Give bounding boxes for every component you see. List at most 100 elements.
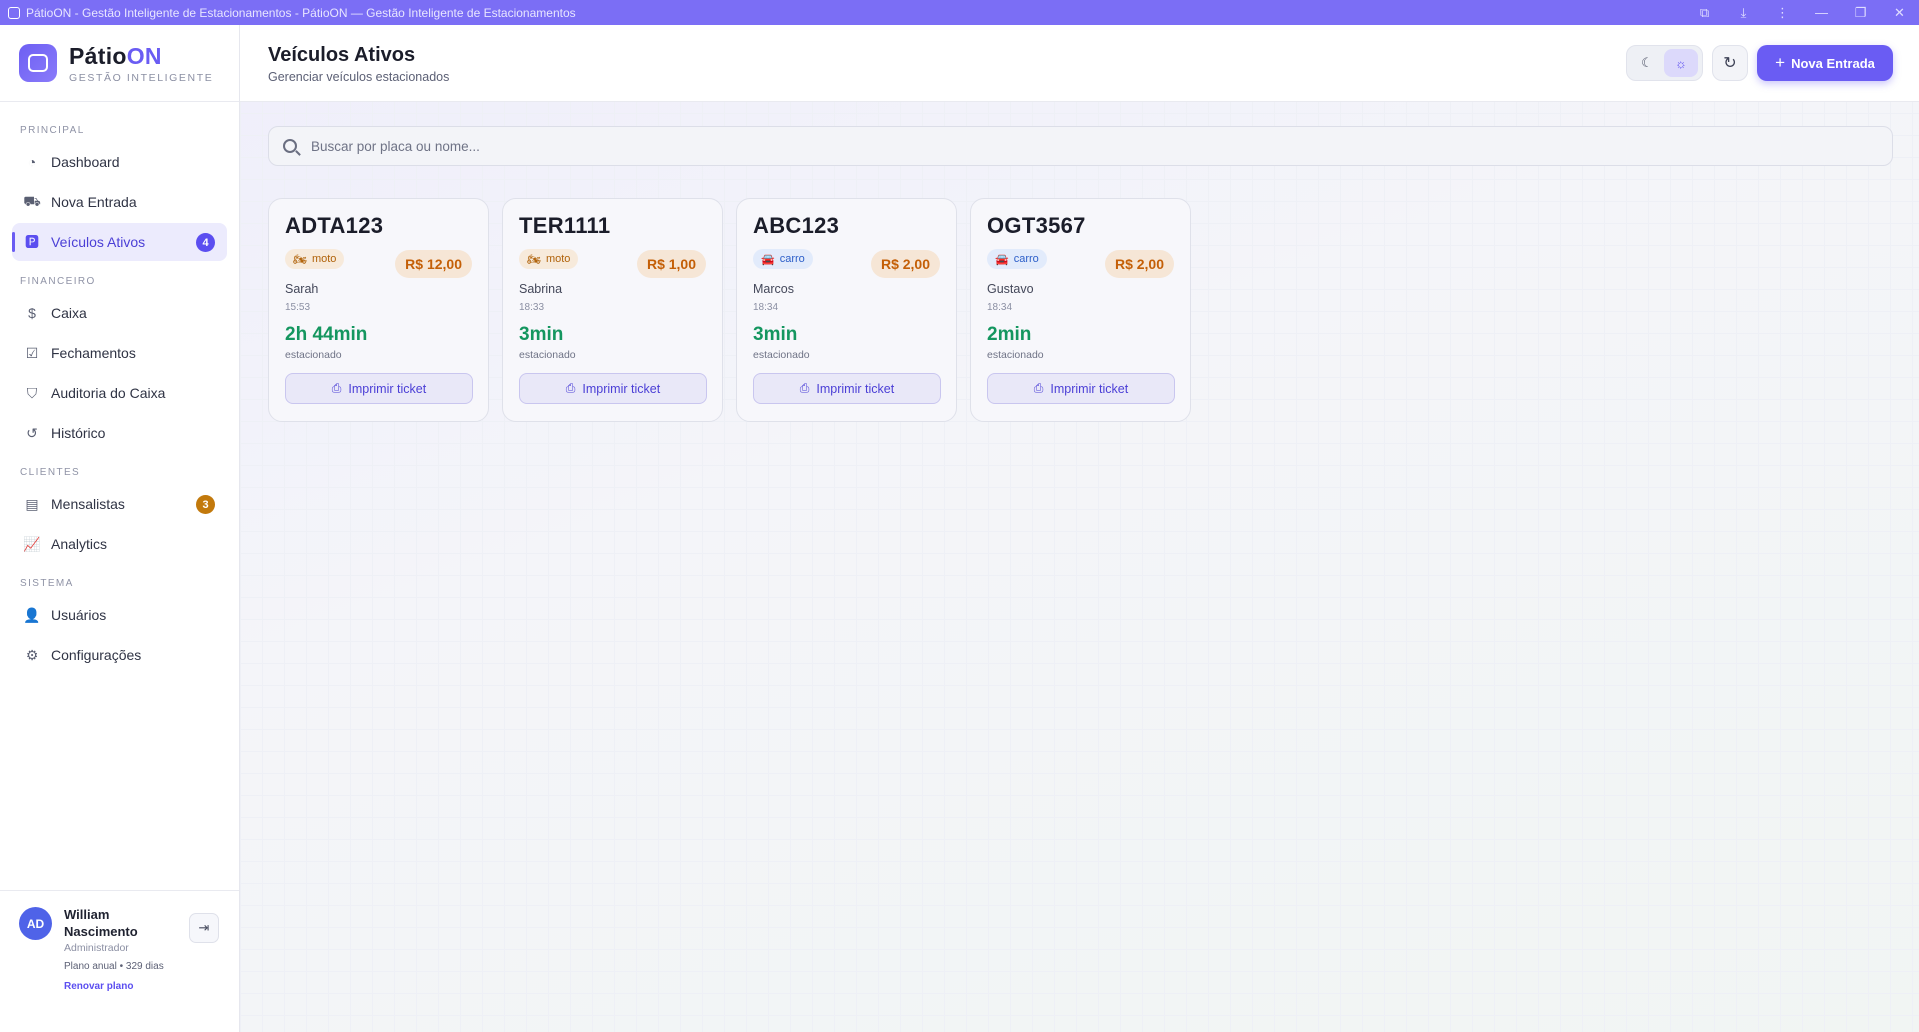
print-ticket-button[interactable]: ⎙ Imprimir ticket — [285, 373, 473, 404]
user-cog-icon: 👤 — [23, 606, 41, 623]
parking-icon: 🅿 — [25, 234, 39, 250]
print-ticket-button[interactable]: ⎙ Imprimir ticket — [519, 373, 707, 404]
vehicle-entry-time: 18:34 — [753, 302, 779, 313]
sidebar-item-analytics[interactable]: 📈 Analytics — [12, 525, 227, 563]
nav-section-principal: PRINCIPAL — [20, 125, 85, 136]
search-bar — [268, 126, 1893, 166]
sidebar-item-usuarios[interactable]: 👤 Usuários — [12, 596, 227, 634]
vehicle-price: R$ 2,00 — [870, 250, 940, 278]
sidebar-item-label: Veículos Ativos — [51, 234, 146, 250]
vehicle-entry-time: 18:34 — [987, 302, 1013, 313]
sidebar-item-configuracoes[interactable]: ⚙ Configurações — [12, 636, 227, 674]
sidebar-item-dashboard[interactable]: ◔ Dashboard — [12, 143, 227, 181]
light-mode-button[interactable]: ☼ — [1664, 49, 1698, 77]
sidebar-item-label: Caixa — [51, 305, 87, 321]
vehicle-duration: 2min — [987, 324, 1032, 345]
download-icon[interactable]: ⤓ — [1724, 0, 1763, 25]
close-button[interactable]: ✕ — [1880, 0, 1919, 25]
minimize-button[interactable]: — — [1802, 0, 1841, 25]
pie-chart-icon: ◔ — [27, 154, 37, 170]
sidebar-item-label: Fechamentos — [51, 345, 136, 361]
motorcycle-icon: 🏍 — [293, 253, 307, 266]
restore-button[interactable]: ❐ — [1841, 0, 1880, 25]
vehicle-duration-label: estacionado — [519, 349, 576, 361]
gears-icon: ⚙ — [25, 646, 39, 663]
clipboard-check-icon: ☑ — [25, 344, 39, 361]
vehicle-duration-label: estacionado — [753, 349, 810, 361]
user-role: Administrador — [64, 942, 129, 954]
vehicle-card[interactable]: TER1111 🏍 moto R$ 1,00 Sabrina 18:33 3mi… — [502, 198, 723, 422]
refresh-icon: ↻ — [1723, 55, 1737, 72]
vehicle-price: R$ 1,00 — [636, 250, 706, 278]
mensalistas-count-badge: 3 — [196, 495, 215, 514]
line-chart-icon: 📈 — [23, 535, 41, 552]
logout-icon: ⇥ — [198, 920, 210, 935]
sidebar-item-mensalistas[interactable]: ▤ Mensalistas 3 — [12, 485, 227, 523]
id-card-icon: ▤ — [25, 495, 39, 512]
avatar[interactable]: AD — [19, 907, 52, 940]
app-icon — [8, 6, 20, 19]
main-content: Veículos Ativos Gerenciar veículos estac… — [240, 25, 1919, 1032]
history-icon: ↺ — [26, 424, 38, 441]
sidebar-nav: PRINCIPAL ◔ Dashboard ⛟ Nova Entrada 🅿 V… — [0, 102, 239, 674]
printer-icon: ⎙ — [799, 381, 810, 395]
sidebar-item-fechamentos[interactable]: ☑ Fechamentos — [12, 334, 227, 372]
refresh-button[interactable]: ↻ — [1712, 45, 1748, 81]
vehicle-card[interactable]: ADTA123 🏍 moto R$ 12,00 Sarah 15:53 2h 4… — [268, 198, 489, 422]
vehicle-plate: ADTA123 — [285, 213, 384, 238]
search-input[interactable] — [311, 138, 1811, 154]
cash-hand-icon: $ — [28, 305, 36, 321]
vehicle-duration: 3min — [519, 324, 564, 345]
vehicle-duration: 3min — [753, 324, 798, 345]
brand-tagline: GESTÃO INTELIGENTE — [69, 71, 214, 84]
page-header: Veículos Ativos Gerenciar veículos estac… — [240, 25, 1919, 102]
search-icon — [283, 139, 297, 153]
plus-icon: + — [1775, 53, 1786, 72]
vehicle-owner-name: Sabrina — [519, 282, 563, 296]
sidebar-item-label: Auditoria do Caixa — [51, 385, 166, 401]
sidebar-item-label: Usuários — [51, 607, 107, 623]
nav-section-financeiro: FINANCEIRO — [20, 276, 96, 287]
sidebar-item-veiculos-ativos[interactable]: 🅿 Veículos Ativos 4 — [12, 223, 227, 261]
car-icon: 🚘 — [761, 253, 775, 266]
vehicle-duration-label: estacionado — [285, 349, 342, 361]
printer-icon: ⎙ — [1033, 381, 1044, 395]
sidebar-item-label: Analytics — [51, 536, 108, 552]
sidebar-item-label: Dashboard — [51, 154, 120, 170]
vehicle-price: R$ 12,00 — [395, 250, 472, 278]
vehicle-card[interactable]: ABC123 🚘 carro R$ 2,00 Marcos 18:34 3min… — [736, 198, 957, 422]
sidebar-item-auditoria[interactable]: ⛉ Auditoria do Caixa — [12, 374, 227, 412]
vehicle-duration-label: estacionado — [987, 349, 1044, 361]
dark-mode-button[interactable]: ☾ — [1630, 49, 1664, 77]
car-icon: 🚘 — [995, 253, 1009, 266]
print-ticket-button[interactable]: ⎙ Imprimir ticket — [987, 373, 1175, 404]
sun-icon: ☼ — [1675, 55, 1687, 71]
window-controls: ⧉ ⤓ ⋮ — ❐ ✕ — [1685, 0, 1919, 25]
vehicle-owner-name: Sarah — [285, 282, 319, 296]
brand-logo-icon — [19, 44, 57, 82]
print-ticket-button[interactable]: ⎙ Imprimir ticket — [753, 373, 941, 404]
more-options-icon[interactable]: ⋮ — [1763, 0, 1802, 25]
user-panel: AD William Nascimento Administrador Plan… — [0, 890, 239, 1032]
logout-button[interactable]: ⇥ — [189, 913, 219, 943]
sidebar-item-label: Histórico — [51, 425, 106, 441]
extensions-icon[interactable]: ⧉ — [1685, 0, 1724, 25]
sidebar-item-nova-entrada[interactable]: ⛟ Nova Entrada — [12, 183, 227, 221]
sidebar-item-label: Nova Entrada — [51, 194, 137, 210]
car-icon: ⛟ — [23, 192, 41, 209]
new-entry-button[interactable]: + Nova Entrada — [1757, 45, 1893, 81]
vehicle-entry-time: 15:53 — [285, 302, 311, 313]
vehicle-card[interactable]: OGT3567 🚘 carro R$ 2,00 Gustavo 18:34 2m… — [970, 198, 1191, 422]
vehicle-plate: ABC123 — [753, 213, 840, 238]
vehicle-entry-time: 18:33 — [519, 302, 545, 313]
sidebar-item-label: Mensalistas — [51, 496, 125, 512]
vehicle-price: R$ 2,00 — [1104, 250, 1174, 278]
window-title: PátioON - Gestão Inteligente de Estacion… — [26, 5, 576, 20]
brand[interactable]: PátioON GESTÃO INTELIGENTE — [0, 25, 239, 102]
sidebar-item-historico[interactable]: ↺ Histórico — [12, 414, 227, 452]
printer-icon: ⎙ — [565, 381, 576, 395]
sidebar-item-caixa[interactable]: $ Caixa — [12, 294, 227, 332]
renew-plan-link[interactable]: Renovar plano — [64, 981, 184, 992]
vehicle-owner-name: Marcos — [753, 282, 794, 296]
new-entry-label: Nova Entrada — [1791, 55, 1875, 71]
